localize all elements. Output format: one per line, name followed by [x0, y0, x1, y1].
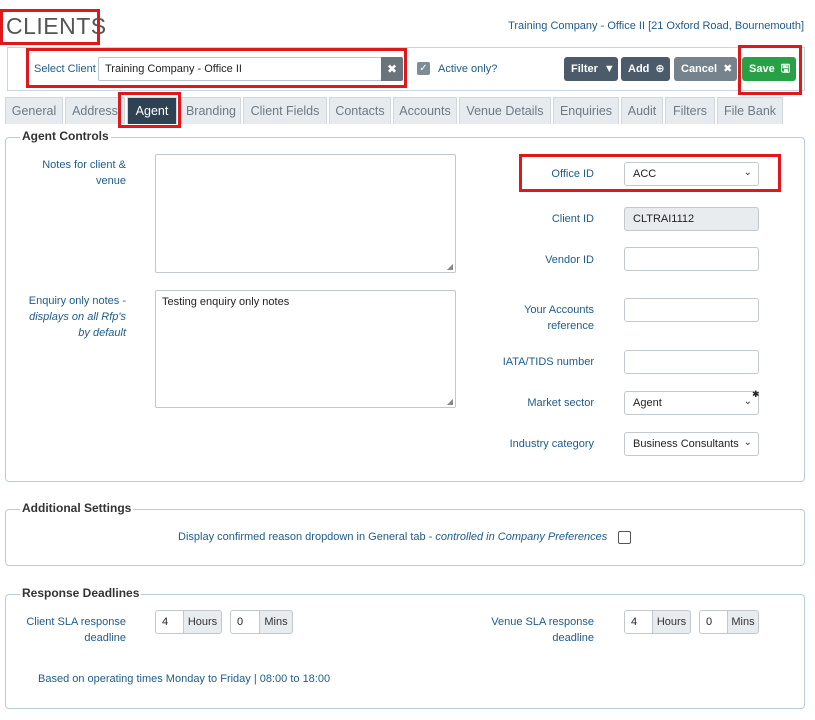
notes-textarea[interactable]: ◢	[155, 154, 456, 273]
client-sla-label: Client SLA response deadline	[26, 616, 126, 644]
resize-grip-icon[interactable]: ◢	[447, 397, 453, 406]
mins-addon: Mins	[259, 610, 293, 634]
active-only-label: Active only?	[438, 63, 498, 75]
industry-category-label: Industry category	[509, 438, 594, 450]
vendor-id-input[interactable]	[624, 247, 759, 271]
tab-accounts[interactable]: Accounts	[393, 97, 457, 124]
iata-tids-input[interactable]	[624, 350, 759, 374]
required-star-icon: ✱	[752, 389, 760, 399]
plus-circle-icon: ⊕	[655, 63, 665, 75]
iata-tids-label: IATA/TIDS number	[502, 356, 594, 368]
enquiry-notes-label: Enquiry only notes - displays on all Rfp…	[28, 295, 126, 339]
client-id-label: Client ID	[551, 213, 594, 225]
client-sla-mins-input[interactable]: 0	[230, 610, 260, 634]
industry-category-value: Business Consultants	[633, 438, 739, 450]
enquiry-notes-value: Testing enquiry only notes	[162, 296, 290, 308]
close-icon: ✖	[386, 62, 398, 76]
tab-filters[interactable]: Filters	[665, 97, 715, 124]
notes-label: Notes for client & venue	[42, 159, 126, 187]
filter-icon: ▼	[603, 63, 615, 75]
agent-controls-legend: Agent Controls	[20, 129, 111, 143]
tab-contacts[interactable]: Contacts	[329, 97, 391, 124]
tab-venue-details[interactable]: Venue Details	[459, 97, 551, 124]
office-id-label: Office ID	[551, 168, 594, 180]
floppy-disk-icon: 🖫	[780, 63, 791, 75]
check-icon: ✓	[419, 63, 428, 74]
vendor-id-label: Vendor ID	[545, 254, 594, 266]
add-button[interactable]: Add ⊕	[621, 57, 670, 81]
save-button-label: Save	[749, 63, 775, 75]
accounts-reference-input[interactable]	[624, 298, 759, 322]
cancel-button[interactable]: Cancel ✖	[674, 57, 737, 81]
cancel-button-label: Cancel	[681, 63, 718, 75]
mins-addon: Mins	[727, 610, 759, 634]
tab-enquiries[interactable]: Enquiries	[553, 97, 619, 124]
filter-button-label: Filter	[571, 63, 598, 75]
tab-agent[interactable]: Agent	[127, 97, 177, 124]
market-sector-select[interactable]: Agent ⌄	[624, 391, 759, 415]
close-icon: ✖	[723, 63, 733, 75]
hours-addon: Hours	[183, 610, 222, 634]
filter-button[interactable]: Filter ▼	[564, 57, 618, 81]
clear-client-button[interactable]: ✖	[381, 57, 403, 81]
page-title: CLIENTS	[6, 13, 107, 39]
industry-category-select[interactable]: Business Consultants ⌄	[624, 432, 759, 456]
chevron-down-icon: ⌄	[743, 437, 752, 448]
accounts-reference-label: Your Accounts reference	[524, 304, 594, 332]
confirmed-reason-label: Display confirmed reason dropdown in Gen…	[178, 531, 608, 543]
tab-client-fields[interactable]: Client Fields	[243, 97, 327, 124]
tab-general[interactable]: General	[5, 97, 63, 124]
market-sector-value: Agent	[633, 397, 662, 409]
response-deadlines-legend: Response Deadlines	[20, 586, 142, 600]
tab-file-bank[interactable]: File Bank	[717, 97, 783, 124]
hours-addon: Hours	[652, 610, 691, 634]
tab-branding[interactable]: Branding	[181, 97, 241, 124]
venue-sla-label: Venue SLA response deadline	[491, 616, 594, 644]
confirmed-reason-checkbox[interactable]	[618, 531, 631, 544]
operating-times-note: Based on operating times Monday to Frida…	[38, 673, 331, 685]
select-client-label: Select Client	[34, 63, 96, 75]
additional-settings-legend: Additional Settings	[20, 501, 134, 515]
office-id-select[interactable]: ACC ⌄	[624, 162, 759, 186]
chevron-down-icon: ⌄	[743, 167, 752, 178]
resize-grip-icon[interactable]: ◢	[447, 262, 453, 271]
save-button[interactable]: Save 🖫	[742, 57, 796, 81]
market-sector-label: Market sector	[527, 397, 594, 409]
office-id-value: ACC	[633, 168, 657, 180]
venue-sla-hours-input[interactable]: 4	[624, 610, 653, 634]
current-client-info: Training Company - Office II [21 Oxford …	[508, 20, 804, 32]
chevron-down-icon: ⌄	[743, 396, 752, 407]
venue-sla-mins-input[interactable]: 0	[699, 610, 728, 634]
tab-address[interactable]: Address	[65, 97, 125, 124]
add-button-label: Add	[628, 63, 650, 75]
enquiry-notes-textarea[interactable]: Testing enquiry only notes ◢	[155, 290, 456, 408]
tab-audit[interactable]: Audit	[621, 97, 663, 124]
client-id-field: CLTRAI1112	[624, 207, 759, 231]
select-client-input[interactable]: Training Company - Office II	[98, 57, 382, 81]
client-sla-hours-input[interactable]: 4	[155, 610, 184, 634]
active-only-checkbox[interactable]: ✓	[417, 62, 430, 75]
